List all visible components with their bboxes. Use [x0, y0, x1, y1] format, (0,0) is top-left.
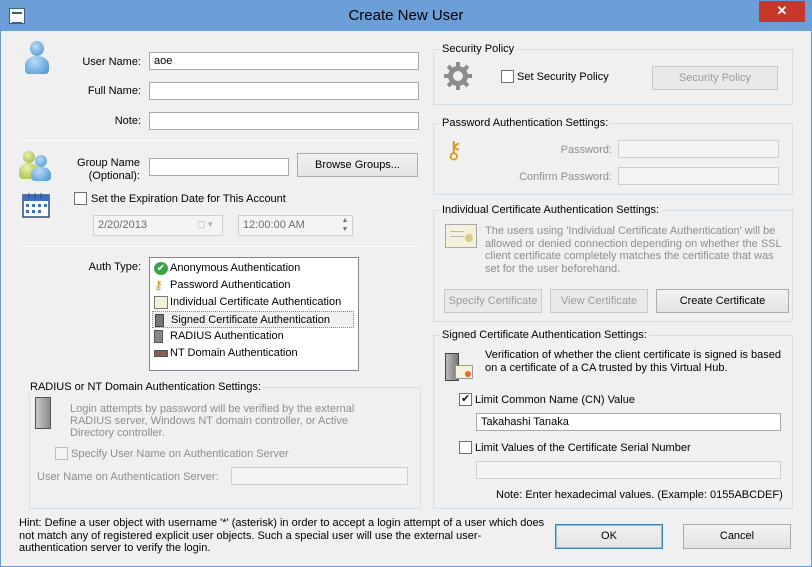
certificate-icon	[445, 224, 477, 248]
calendar-dropdown-icon: ▢ ▾	[197, 219, 213, 229]
radius-description: Login attempts by password will be verif…	[70, 403, 355, 439]
auth-item-label: Signed Certificate Authentication	[171, 314, 330, 326]
limit-serial-label: Limit Values of the Certificate Serial N…	[475, 442, 691, 454]
specify-certificate-button[interactable]: Specify Certificate	[444, 289, 542, 313]
specify-server-username-label: Specify User Name on Authentication Serv…	[71, 448, 289, 460]
server-username-input[interactable]	[231, 467, 408, 485]
auth-item-label: Password Authentication	[170, 279, 291, 291]
browse-groups-button[interactable]: Browse Groups...	[297, 153, 418, 177]
cancel-button[interactable]: Cancel	[683, 524, 791, 549]
set-security-policy-checkbox[interactable]	[501, 70, 514, 83]
auth-item-label: Individual Certificate Authentication	[170, 296, 342, 308]
group-label-2: (Optional):	[88, 170, 140, 182]
limit-cn-checkbox[interactable]	[459, 392, 472, 406]
server-cert-icon	[445, 353, 475, 383]
certificate-icon	[154, 296, 168, 309]
expiration-checkbox[interactable]	[74, 192, 87, 205]
auth-item-nt-domain[interactable]: NT Domain Authentication	[152, 345, 354, 362]
note-label: Note:	[114, 115, 141, 127]
auth-item-label: NT Domain Authentication	[170, 347, 298, 359]
network-icon	[154, 350, 168, 357]
confirm-password-label: Confirm Password:	[519, 171, 612, 183]
security-policy-button[interactable]: Security Policy	[652, 66, 778, 90]
auth-item-anonymous[interactable]: ✔ Anonymous Authentication	[152, 260, 354, 277]
ok-button[interactable]: OK	[555, 524, 663, 549]
expiration-checkbox-label: Set the Expiration Date for This Account	[91, 193, 286, 205]
fullname-label: Full Name:	[87, 85, 141, 97]
password-label: Password:	[560, 144, 612, 156]
check-circle-icon: ✔	[154, 262, 168, 275]
fullname-input[interactable]	[149, 82, 419, 100]
group-label-1: Group Name	[77, 157, 140, 169]
radius-settings-title: RADIUS or NT Domain Authentication Setti…	[28, 381, 263, 393]
create-certificate-button[interactable]: Create Certificate	[656, 289, 789, 313]
close-button[interactable]: ✕	[759, 1, 805, 22]
auth-item-individual-cert[interactable]: Individual Certificate Authentication	[152, 294, 354, 311]
server-username-label: User Name on Authentication Server:	[37, 471, 219, 483]
individual-cert-description: The users using 'Individual Certificate …	[485, 225, 782, 275]
auth-item-label: Anonymous Authentication	[170, 262, 301, 274]
window-title: Create New User	[348, 7, 464, 24]
divider	[21, 140, 419, 141]
spinner-arrows-icon[interactable]: ▲ ▼	[339, 216, 351, 235]
auth-item-radius[interactable]: RADIUS Authentication	[152, 328, 354, 345]
expiration-time-spinner[interactable]: 12:00:00 AM	[238, 215, 353, 236]
limit-cn-label: Limit Common Name (CN) Value	[475, 394, 635, 406]
serial-value-input[interactable]	[476, 461, 781, 479]
radius-server-icon	[35, 397, 51, 429]
auth-item-signed-cert[interactable]: Signed Certificate Authentication	[152, 311, 354, 328]
hex-note: Note: Enter hexadecimal values. (Example…	[496, 489, 783, 501]
cn-value-input[interactable]: Takahashi Tanaka	[476, 413, 781, 431]
username-input[interactable]: aoe	[149, 52, 419, 70]
group-name-input[interactable]	[149, 158, 289, 176]
view-certificate-button[interactable]: View Certificate	[550, 289, 648, 313]
key-icon: ⚷	[154, 278, 163, 292]
password-input[interactable]	[618, 140, 779, 158]
calendar-icon	[21, 191, 51, 219]
security-policy-title: Security Policy	[440, 43, 517, 55]
gear-icon	[443, 61, 473, 91]
auth-item-label: RADIUS Authentication	[170, 330, 284, 342]
limit-serial-checkbox[interactable]	[459, 441, 472, 454]
note-input[interactable]	[149, 112, 419, 130]
keys-icon: ⚷	[445, 137, 463, 164]
password-settings-title: Password Authentication Settings:	[440, 117, 611, 129]
hint-text: Hint: Define a user object with username…	[19, 517, 545, 554]
signed-cert-description: Verification of whether the client certi…	[485, 349, 781, 374]
auth-type-list[interactable]: ✔ Anonymous Authentication ⚷ Password Au…	[149, 257, 359, 371]
title-bar[interactable]: Create New User ✕	[1, 1, 811, 31]
specify-server-username-checkbox[interactable]	[55, 447, 68, 460]
confirm-password-input[interactable]	[618, 167, 779, 185]
set-security-policy-label: Set Security Policy	[517, 71, 609, 83]
auth-type-label: Auth Type:	[88, 261, 141, 273]
individual-cert-title: Individual Certificate Authentication Se…	[440, 204, 662, 216]
divider	[21, 246, 419, 247]
auth-item-password[interactable]: ⚷ Password Authentication	[152, 277, 354, 294]
create-user-dialog: Create New User ✕ User Name: aoe Full Na…	[0, 0, 812, 567]
server-cert-icon	[155, 314, 164, 327]
server-icon	[154, 330, 163, 343]
username-label: User Name:	[82, 56, 141, 68]
signed-cert-title: Signed Certificate Authentication Settin…	[440, 329, 649, 341]
